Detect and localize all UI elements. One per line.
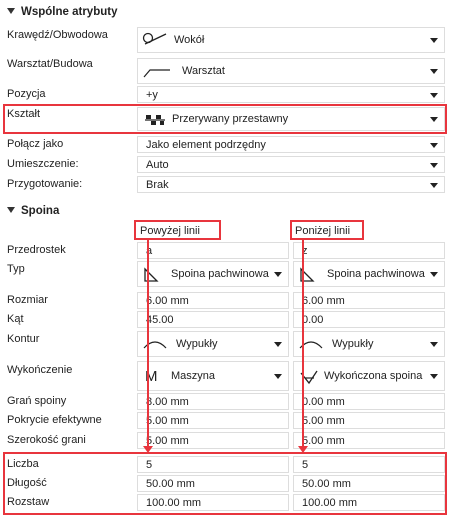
- angle-label: Kąt: [7, 313, 24, 325]
- chevron-down-icon: [430, 142, 438, 148]
- shape-highlight: [3, 104, 447, 134]
- type-above-select[interactable]: Spoina pachwinowa: [137, 261, 289, 287]
- size-label: Rozmiar: [7, 294, 48, 306]
- size-below-value: 6.00 mm: [302, 294, 345, 307]
- edge-around-label: Krawędź/Obwodowa: [7, 29, 108, 41]
- weld-header[interactable]: Spoina: [7, 205, 59, 217]
- prefix-above-field[interactable]: a: [137, 242, 289, 259]
- collapse-triangle-icon: [7, 207, 15, 213]
- finish-above-select[interactable]: M Maszyna: [137, 361, 289, 391]
- edge-around-select[interactable]: Wokół: [137, 27, 445, 53]
- chevron-down-icon: [430, 182, 438, 188]
- contour-below-value: Wypukły: [332, 338, 374, 350]
- placement-label: Umieszczenie:: [7, 158, 79, 170]
- chevron-down-icon: [430, 342, 438, 347]
- contour-above-value: Wypukły: [176, 338, 218, 350]
- connect-as-value: Jako element podrzędny: [146, 138, 266, 151]
- finish-label: Wykończenie: [7, 364, 73, 376]
- chevron-down-icon: [274, 342, 282, 347]
- root-below-field[interactable]: 0.00 mm: [293, 393, 445, 410]
- below-arrow-line: [302, 240, 304, 448]
- effective-throat-above-field[interactable]: 5.00 mm: [137, 412, 289, 429]
- contour-below-select[interactable]: Wypukły: [293, 331, 445, 357]
- root-width-above-field[interactable]: 5.00 mm: [137, 432, 289, 449]
- angle-below-value: 0.00: [302, 313, 324, 326]
- chevron-down-icon: [430, 272, 438, 277]
- root-width-below-field[interactable]: 5.00 mm: [293, 432, 445, 449]
- type-label: Typ: [7, 263, 25, 275]
- prefix-label: Przedrostek: [7, 244, 66, 256]
- chevron-down-icon: [430, 374, 438, 379]
- effective-throat-label: Pokrycie efektywne: [7, 414, 102, 426]
- effective-throat-below-field[interactable]: 5.00 mm: [293, 412, 445, 429]
- chevron-down-icon: [430, 38, 438, 43]
- weld-title: Spoina: [21, 205, 60, 217]
- prefix-below-field[interactable]: z: [293, 242, 445, 259]
- contour-above-select[interactable]: Wypukły: [137, 331, 289, 357]
- connect-as-select[interactable]: Jako element podrzędny: [137, 136, 445, 153]
- position-select[interactable]: +y: [137, 86, 445, 103]
- preparation-label: Przygotowanie:: [7, 178, 83, 190]
- size-below-field[interactable]: 6.00 mm: [293, 292, 445, 309]
- root-above-field[interactable]: 8.00 mm: [137, 393, 289, 410]
- angle-below-field[interactable]: 0.00: [293, 311, 445, 328]
- finish-below-value: Wykończona spoina: [324, 370, 423, 382]
- above-arrow-line: [147, 240, 149, 448]
- angle-above-value: 45.00: [146, 313, 174, 326]
- below-line-highlight: [290, 220, 364, 240]
- placement-value: Auto: [146, 158, 169, 171]
- shop-site-label: Warsztat/Budowa: [7, 58, 93, 70]
- position-value: +y: [146, 88, 158, 101]
- root-width-label: Szerokość grani: [7, 434, 86, 446]
- shop-site-select[interactable]: Warsztat: [137, 58, 445, 84]
- finish-above-value: Maszyna: [171, 370, 216, 382]
- type-below-value: Spoina pachwinowa: [327, 268, 425, 280]
- preparation-value: Brak: [146, 178, 169, 191]
- chevron-down-icon: [430, 69, 438, 74]
- above-line-highlight: [134, 220, 221, 240]
- placement-select[interactable]: Auto: [137, 156, 445, 173]
- shop-site-value: Warsztat: [182, 65, 225, 77]
- size-above-field[interactable]: 6.00 mm: [137, 292, 289, 309]
- common-attributes-header[interactable]: Wspólne atrybuty: [7, 6, 117, 18]
- type-above-value: Spoina pachwinowa: [171, 268, 269, 280]
- root-label: Grań spoiny: [7, 395, 67, 407]
- position-label: Pozycja: [7, 88, 46, 100]
- root-above-value: 8.00 mm: [146, 395, 189, 408]
- root-below-value: 0.00 mm: [302, 395, 345, 408]
- chevron-down-icon: [430, 92, 438, 98]
- common-attributes-title: Wspólne atrybuty: [21, 6, 118, 18]
- effective-throat-below-value: 5.00 mm: [302, 414, 345, 427]
- effective-throat-above-value: 5.00 mm: [146, 414, 189, 427]
- edge-around-value: Wokół: [174, 34, 205, 46]
- chevron-down-icon: [274, 272, 282, 277]
- contour-label: Kontur: [7, 333, 40, 345]
- convex-contour-icon: [143, 341, 167, 349]
- intermittent-params-highlight: [3, 452, 447, 515]
- size-above-value: 6.00 mm: [146, 294, 189, 307]
- chevron-down-icon: [430, 162, 438, 168]
- preparation-select[interactable]: Brak: [137, 176, 445, 193]
- root-width-above-value: 5.00 mm: [146, 434, 189, 447]
- pin-line-icon: [142, 32, 167, 45]
- type-below-select[interactable]: Spoina pachwinowa: [293, 261, 445, 287]
- collapse-triangle-icon: [7, 8, 15, 14]
- flag-line-icon: [143, 69, 170, 78]
- connect-as-label: Połącz jako: [7, 138, 64, 150]
- finish-below-select[interactable]: Wykończona spoina: [293, 361, 445, 391]
- chevron-down-icon: [274, 374, 282, 379]
- fillet-weld-icon: [144, 267, 159, 282]
- root-width-below-value: 5.00 mm: [302, 434, 345, 447]
- angle-above-field[interactable]: 45.00: [137, 311, 289, 328]
